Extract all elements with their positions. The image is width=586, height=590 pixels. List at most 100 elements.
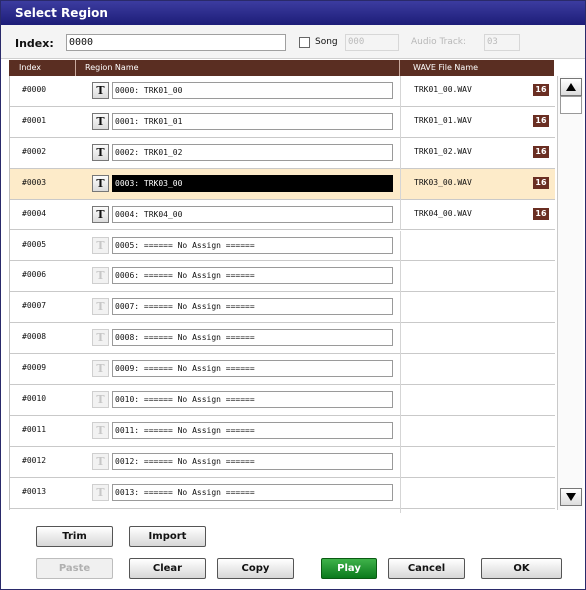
column-divider <box>400 292 401 324</box>
region-name-field[interactable]: 0001: TRK01_01 <box>112 112 393 130</box>
header-divider <box>75 60 76 76</box>
copy-button[interactable]: Copy <box>217 558 294 579</box>
column-divider <box>400 323 401 355</box>
rename-text-button[interactable]: T <box>92 298 109 316</box>
button-area: Trim Import Paste Clear Copy Play Cancel… <box>1 513 585 589</box>
rename-text-button[interactable]: T <box>92 360 109 378</box>
audio-track-label: Audio Track: <box>411 37 467 47</box>
region-name-field[interactable]: 0012: ====== No Assign ====== <box>112 452 393 470</box>
rename-text-button[interactable]: T <box>92 421 109 439</box>
cancel-button[interactable]: Cancel <box>388 558 465 579</box>
wave-file-name: TRK01_00.WAV <box>414 85 472 94</box>
header-index: Index <box>19 63 42 72</box>
region-name-field[interactable]: 0000: TRK01_00 <box>112 82 393 99</box>
rename-text-button[interactable]: T <box>92 267 109 285</box>
index-label: Index: <box>15 37 54 50</box>
row-index: #0010 <box>22 394 47 403</box>
row-index: #0003 <box>22 177 47 187</box>
table-header: Index Region Name WAVE File Name <box>9 60 554 76</box>
song-checkbox[interactable] <box>299 37 310 48</box>
paste-button[interactable]: Paste <box>36 558 113 579</box>
down-arrow-icon[interactable] <box>560 488 582 506</box>
rename-text-button[interactable]: T <box>92 143 109 161</box>
region-name-field[interactable]: 0005: ====== No Assign ====== <box>112 236 393 254</box>
rename-text-button[interactable]: T <box>92 205 109 223</box>
region-name-field[interactable]: 0008: ====== No Assign ====== <box>112 329 393 347</box>
bit-depth-badge: 16 <box>533 114 549 127</box>
row-index: #0005 <box>22 239 47 249</box>
rename-text-button[interactable]: T <box>92 112 109 130</box>
region-name-field[interactable]: 0011: ====== No Assign ====== <box>112 421 393 439</box>
header-divider <box>399 60 400 76</box>
row-index: #0011 <box>22 424 47 434</box>
wave-file-name: TRK01_02.WAV <box>414 146 472 156</box>
rename-text-button[interactable]: T <box>92 391 109 408</box>
table-row[interactable]: #0007 T 0007: ====== No Assign ====== <box>10 292 555 324</box>
row-index: #0007 <box>22 301 47 311</box>
row-index: #0008 <box>22 332 47 342</box>
up-arrow-icon[interactable] <box>560 78 582 96</box>
rename-text-button[interactable]: T <box>92 483 109 501</box>
song-label: Song <box>315 37 338 47</box>
ok-button[interactable]: OK <box>481 558 562 579</box>
table-row[interactable]: #0008 T 0008: ====== No Assign ====== <box>10 323 555 355</box>
region-name-field[interactable]: 0004: TRK04_00 <box>112 205 393 223</box>
table-row[interactable]: #0004 T 0004: TRK04_00 TRK04_00.WAV 16 <box>10 199 555 231</box>
header-wave-file: WAVE File Name <box>413 63 479 72</box>
row-index: #0006 <box>22 270 47 280</box>
rename-text-button[interactable]: T <box>92 329 109 347</box>
rename-text-button[interactable]: T <box>92 236 109 254</box>
audio-track-field: 03 <box>484 34 520 51</box>
wave-file-name: TRK04_00.WAV <box>414 208 472 218</box>
play-button[interactable]: Play <box>321 558 377 579</box>
table-row[interactable]: #0013 T 0013: ====== No Assign ====== <box>10 477 555 509</box>
region-name-field[interactable]: 0009: ====== No Assign ====== <box>112 360 393 378</box>
index-field[interactable]: 0000 <box>66 34 286 51</box>
wave-file-name: TRK01_01.WAV <box>414 115 472 125</box>
table-row[interactable]: #0000 T 0000: TRK01_00 TRK01_00.WAV 16 <box>10 76 555 107</box>
column-divider <box>400 137 401 169</box>
column-divider <box>400 261 401 293</box>
column-divider <box>400 106 401 138</box>
bit-depth-badge: 16 <box>533 207 549 220</box>
table-row[interactable]: #0005 T 0005: ====== No Assign ====== <box>10 230 555 262</box>
header-region-name: Region Name <box>85 63 139 72</box>
column-divider <box>400 230 401 262</box>
table-row[interactable]: #0012 T 0012: ====== No Assign ====== <box>10 446 555 478</box>
rename-text-button[interactable]: T <box>92 82 109 99</box>
table-row[interactable]: #0002 T 0002: TRK01_02 TRK01_02.WAV 16 <box>10 137 555 169</box>
table-row[interactable]: #0006 T 0006: ====== No Assign ====== <box>10 261 555 293</box>
scroll-thumb[interactable] <box>560 96 582 114</box>
region-name-field[interactable]: 0007: ====== No Assign ====== <box>112 298 393 316</box>
region-name-field[interactable]: 0010: ====== No Assign ====== <box>112 391 393 408</box>
region-name-field[interactable]: 0002: TRK01_02 <box>112 143 393 161</box>
table-row[interactable]: #0001 T 0001: TRK01_01 TRK01_01.WAV 16 <box>10 106 555 138</box>
table-row[interactable]: #0009 T 0009: ====== No Assign ====== <box>10 354 555 385</box>
column-divider <box>400 446 401 478</box>
column-divider <box>400 385 401 416</box>
region-name-field[interactable]: 0003: TRK03_00 <box>112 174 393 192</box>
rename-text-button[interactable]: T <box>92 174 109 192</box>
table-row[interactable]: #0011 T 0011: ====== No Assign ====== <box>10 415 555 447</box>
row-index: #0001 <box>22 115 47 125</box>
region-name-field[interactable]: 0006: ====== No Assign ====== <box>112 267 393 285</box>
trim-button[interactable]: Trim <box>36 526 113 547</box>
song-number-field: 000 <box>345 34 399 51</box>
clear-button[interactable]: Clear <box>129 558 206 579</box>
region-name-field[interactable]: 0013: ====== No Assign ====== <box>112 483 393 501</box>
bit-depth-badge: 16 <box>533 84 549 96</box>
row-index: #0009 <box>22 363 47 373</box>
row-index: #0002 <box>22 146 47 156</box>
region-list: #0000 T 0000: TRK01_00 TRK01_00.WAV 16 #0001 T… <box>9 76 555 540</box>
row-index: #0013 <box>22 486 47 496</box>
row-index: #0000 <box>22 85 47 94</box>
import-button[interactable]: Import <box>129 526 206 547</box>
table-row[interactable]: #0010 T 0010: ====== No Assign ====== <box>10 385 555 416</box>
rename-text-button[interactable]: T <box>92 452 109 470</box>
column-divider <box>400 415 401 447</box>
column-divider <box>400 354 401 385</box>
column-divider <box>400 477 401 509</box>
bit-depth-badge: 16 <box>533 145 549 158</box>
scrollbar[interactable] <box>557 76 583 510</box>
table-row[interactable]: #0003 T 0003: TRK03_00 TRK03_00.WAV 16 <box>10 168 555 200</box>
